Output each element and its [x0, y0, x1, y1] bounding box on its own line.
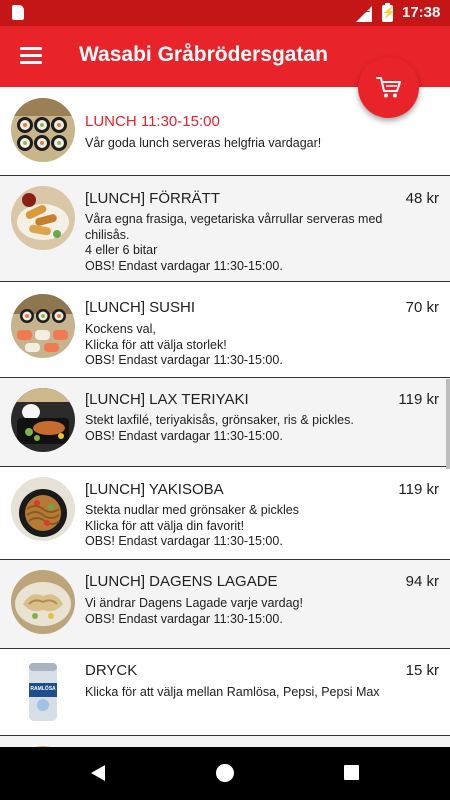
menu-item-price: 48 kr: [405, 190, 439, 207]
menu-item-title: [LUNCH] YAKISOBA: [85, 481, 224, 498]
scrollbar[interactable]: [446, 379, 450, 469]
menu-item-title: [LUNCH] FÖRRÄTT: [85, 190, 220, 207]
menu-item-description: Kockens val, Klicka för att välja storle…: [85, 322, 283, 367]
status-time: 17:38: [402, 4, 441, 21]
ramlosa-can-label: RAMLÖSA: [30, 686, 56, 692]
menu-item-dagens-lagade[interactable]: [LUNCH] DAGENS LAGADE 94 kr Vi ändrar Da…: [0, 560, 450, 649]
menu-item-title: [LUNCH] DAGENS LAGADE: [85, 573, 278, 590]
menu-item-sushi[interactable]: [LUNCH] SUSHI 70 kr Kockens val, Klicka …: [0, 282, 450, 378]
menu-item-description: Vi ändrar Dagens Lagade varje vardag! OB…: [85, 596, 303, 626]
dagens-lagade-image: [11, 570, 75, 634]
sushi-image: [11, 294, 75, 358]
hamburger-menu-icon[interactable]: [20, 47, 42, 65]
menu-item-next-partial[interactable]: [0, 736, 450, 747]
app-title: Wasabi Gråbrödersgatan: [79, 43, 328, 66]
yakisoba-image: [11, 477, 75, 541]
menu-item-title: [LUNCH] LAX TERIYAKI: [85, 391, 249, 408]
menu-item-title: [LUNCH] SUSHI: [85, 299, 196, 316]
cart-button[interactable]: [358, 57, 419, 118]
back-triangle-icon[interactable]: [89, 764, 107, 782]
menu-item-description: Klicka för att välja mellan Ramlösa, Pep…: [85, 685, 380, 699]
menu-item-yakisoba[interactable]: [LUNCH] YAKISOBA 119 kr Stekta nudlar me…: [0, 467, 450, 560]
lunch-hours-description: Vår goda lunch serveras helgfria vardaga…: [85, 136, 322, 150]
menu-item-price: 119 kr: [398, 391, 439, 408]
menu-list[interactable]: LUNCH 11:30-15:00 Vår goda lunch servera…: [0, 87, 450, 747]
home-circle-icon[interactable]: [216, 764, 234, 782]
recents-square-icon[interactable]: [344, 765, 359, 780]
lunch-hours-title: LUNCH 11:30-15:00: [85, 113, 220, 130]
sushi-header-image: [11, 98, 75, 162]
status-bar: LTE ⚡ 17:38: [0, 0, 450, 26]
menu-item-lax-teriyaki[interactable]: [LUNCH] LAX TERIYAKI 119 kr Stekt laxfil…: [0, 378, 450, 467]
menu-item-price: 94 kr: [405, 573, 439, 590]
navigation-bar: [0, 747, 450, 800]
ramlosa-can-image: RAMLÖSA: [11, 659, 75, 723]
menu-item-price: 119 kr: [398, 481, 439, 498]
menu-item-dryck[interactable]: RAMLÖSA DRYCK 15 kr Klicka för att välja…: [0, 649, 450, 736]
sd-card-icon: [12, 5, 24, 20]
menu-item-description: Stekt laxfilé, teriyakisås, grönsaker, r…: [85, 413, 354, 443]
menu-item-price: 15 kr: [405, 662, 439, 679]
menu-item-title: DRYCK: [85, 662, 138, 679]
salmon-teriyaki-image: [11, 388, 75, 452]
spring-rolls-image: [11, 186, 75, 250]
menu-item-description: Stekta nudlar med grönsaker & pickles Kl…: [85, 503, 299, 548]
charging-icon: ⚡: [382, 7, 396, 19]
menu-item-price: 70 kr: [405, 299, 439, 316]
shopping-cart-icon: [376, 77, 401, 98]
menu-item-forratt[interactable]: [LUNCH] FÖRRÄTT 48 kr Våra egna frasiga,…: [0, 176, 450, 282]
network-type: LTE: [356, 5, 371, 14]
menu-item-description: Våra egna frasiga, vegetariska vårrullar…: [85, 212, 383, 273]
